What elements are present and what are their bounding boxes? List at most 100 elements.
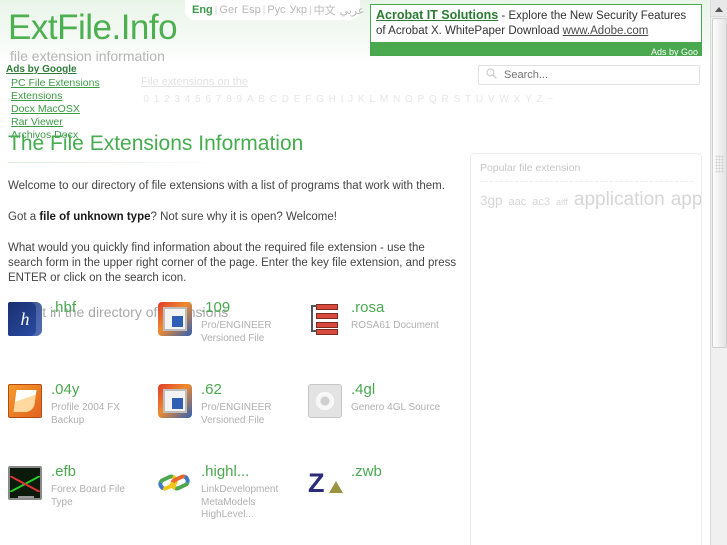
alphabet-link-G[interactable]: G	[314, 94, 327, 105]
alphabet-link-9[interactable]: 9	[234, 94, 244, 105]
alphabet-link-P[interactable]: P	[415, 94, 426, 105]
extension-name-link[interactable]: .zwb	[351, 463, 382, 480]
extension-name-link[interactable]: .62	[201, 381, 222, 398]
extension-text: .62 Pro/ENGINEER Versioned File	[201, 380, 297, 456]
popular-extension-tag[interactable]: 3gp	[480, 193, 503, 208]
extension-text: .04y Profile 2004 FX Backup	[51, 380, 147, 456]
extension-item[interactable]: .4gl Genero 4GL Source	[308, 380, 458, 456]
alphabet-link-V[interactable]: V	[486, 94, 497, 105]
language-option-4[interactable]: Укр	[290, 4, 307, 16]
extension-item[interactable]: Z .zwb	[308, 462, 458, 538]
zwb-icon: Z	[308, 466, 343, 500]
alphabet-link-F[interactable]: F	[303, 94, 314, 105]
alphabet-link-I[interactable]: I	[338, 94, 346, 105]
alphabet-link-2[interactable]: 2	[162, 94, 172, 105]
language-option-3[interactable]: Рус	[267, 4, 285, 16]
left-ad-link-1[interactable]: Extensions	[6, 90, 136, 102]
proengineer-icon	[158, 384, 192, 418]
alphabet-link-4[interactable]: 4	[182, 94, 192, 105]
alphabet-link-U[interactable]: U	[474, 94, 486, 105]
popular-extensions-panel: Popular file extension 3gp aac ac3 aiff appl…	[470, 153, 702, 545]
left-ad-link-0[interactable]: PC File Extensions	[6, 77, 136, 89]
extension-description: LinkDevelopment MetaModels HighLevel...	[201, 484, 279, 520]
extension-description: Genero 4GL Source	[351, 402, 441, 413]
extension-description: ROSA61 Document	[351, 320, 439, 331]
extension-item[interactable]: .efb Forex Board File Type	[8, 462, 158, 538]
language-option-0[interactable]: Eng	[192, 4, 213, 16]
extension-item[interactable]: .109 Pro/ENGINEER Versioned File	[158, 298, 308, 374]
alphabet-link-7[interactable]: 7	[213, 94, 223, 105]
alphabet-link-X[interactable]: X	[511, 94, 522, 105]
alphabet-link-Y[interactable]: Y	[523, 94, 534, 105]
alphabet-link-~[interactable]: ~	[545, 94, 556, 105]
extension-name-link[interactable]: .109	[201, 299, 230, 316]
left-ad-link-2[interactable]: Docx MacOSX	[6, 103, 136, 115]
popular-extension-tag[interactable]: application	[574, 189, 665, 210]
extension-name-link[interactable]: .efb	[51, 463, 76, 480]
alphabet-link-8[interactable]: 8	[224, 94, 234, 105]
ads-by-google-label[interactable]: Ads by Goo	[651, 47, 701, 57]
alphabet-nav-title[interactable]: File extensions on the	[141, 76, 461, 88]
extension-item[interactable]: .62 Pro/ENGINEER Versioned File	[158, 380, 308, 456]
extension-item[interactable]: .highl... LinkDevelopment MetaModels High…	[156, 462, 308, 538]
alphabet-link-C[interactable]: C	[267, 94, 279, 105]
banner-ad[interactable]: Acrobat IT Solutions - Explore the New S…	[370, 4, 702, 57]
alphabet-link-T[interactable]: T	[463, 94, 474, 105]
search-box[interactable]	[478, 65, 700, 85]
alphabet-link-H[interactable]: H	[326, 94, 338, 105]
alphabet-link-O[interactable]: O	[403, 94, 416, 105]
extension-item[interactable]: .04y Profile 2004 FX Backup	[8, 380, 158, 456]
alphabet-link-Z[interactable]: Z	[534, 94, 545, 105]
search-icon[interactable]	[486, 66, 497, 84]
alphabet-link-S[interactable]: S	[451, 94, 462, 105]
page-scrollbar[interactable]	[710, 0, 727, 545]
alphabet-nav-row[interactable]: 0 1 2 3 4 5 6 7 8 9 A B C D E F G H I J K L M N O P Q R S T U V W X Y Z ~	[141, 94, 553, 105]
popular-extension-tag[interactable]: appref-ms	[671, 189, 701, 210]
language-option-5[interactable]: 中文	[314, 2, 336, 18]
alphabet-link-A[interactable]: A	[244, 94, 255, 105]
alphabet-link-B[interactable]: B	[256, 94, 267, 105]
extension-name-link[interactable]: .highl...	[201, 463, 249, 480]
language-option-2[interactable]: Esp	[242, 4, 261, 16]
popular-extension-tag[interactable]: ac3	[532, 196, 550, 208]
extension-text: .hbf	[51, 298, 76, 374]
popular-extension-tag[interactable]: aac	[509, 196, 527, 208]
alphabet-link-1[interactable]: 1	[151, 94, 161, 105]
alphabet-link-D[interactable]: D	[279, 94, 291, 105]
alphabet-nav: File extensions on the 0123456789ABCDEFG…	[141, 76, 553, 105]
alphabet-link-K[interactable]: K	[356, 94, 367, 105]
alphabet-link-J[interactable]: J	[346, 94, 356, 105]
extension-name-link[interactable]: .hbf	[51, 299, 76, 316]
intro-paragraph-2-c: ? Not sure why it is open? Welcome!	[150, 211, 337, 223]
language-selector[interactable]: Eng | Ger Esp | Рус Укр | 中文 عربي	[185, 0, 364, 20]
extension-name-link[interactable]: .4gl	[351, 381, 375, 398]
extension-name-link[interactable]: .rosa	[351, 299, 384, 316]
left-ad-link-3[interactable]: Rar Viewer	[6, 116, 136, 128]
alphabet-link-L[interactable]: L	[367, 94, 377, 105]
extension-text: .zwb	[351, 462, 382, 538]
scrollbar-thumb[interactable]	[712, 18, 727, 348]
left-ads-heading[interactable]: Ads by Google	[6, 64, 136, 76]
alphabet-link-E[interactable]: E	[291, 94, 302, 105]
alphabet-link-Q[interactable]: Q	[427, 94, 440, 105]
search-input[interactable]	[502, 68, 692, 82]
alphabet-link-M[interactable]: M	[377, 94, 390, 105]
extension-item[interactable]: .rosa ROSA61 Document	[308, 298, 458, 374]
alphabet-link-R[interactable]: R	[439, 94, 451, 105]
banner-ad-title[interactable]: Acrobat IT Solutions	[376, 8, 498, 22]
popular-extension-tag[interactable]: aiff	[556, 197, 568, 207]
alphabet-link-0[interactable]: 0	[141, 94, 151, 105]
alphabet-link-W[interactable]: W	[497, 94, 511, 105]
alphabet-link-6[interactable]: 6	[203, 94, 213, 105]
alphabet-link-3[interactable]: 3	[172, 94, 182, 105]
language-option-1[interactable]: Ger	[219, 4, 237, 16]
banner-ad-url[interactable]: www.Adobe.com	[563, 25, 649, 37]
language-option-6[interactable]: عربي	[340, 4, 365, 17]
site-logo[interactable]: ExtFile.Info	[8, 8, 178, 48]
extension-name-link[interactable]: .04y	[51, 381, 79, 398]
alphabet-link-5[interactable]: 5	[193, 94, 203, 105]
scrollbar-up-arrow-icon[interactable]	[711, 0, 727, 17]
extension-description: Profile 2004 FX Backup	[51, 402, 120, 426]
alphabet-link-N[interactable]: N	[391, 94, 403, 105]
extension-item[interactable]: h .hbf	[8, 298, 158, 374]
